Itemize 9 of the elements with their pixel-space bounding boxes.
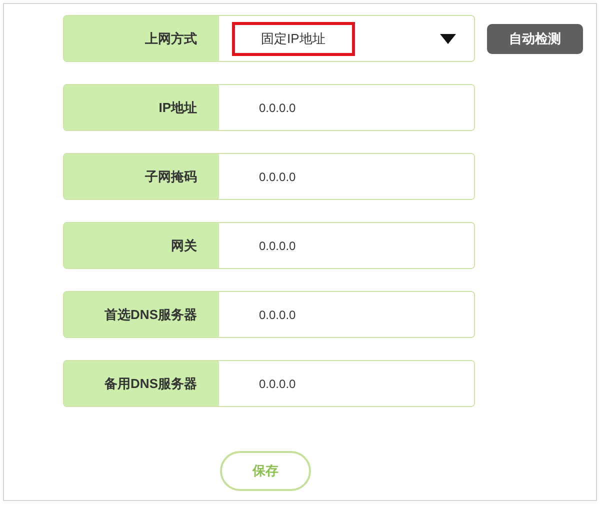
field-label: 首选DNS服务器 bbox=[104, 306, 197, 324]
field-label: IP地址 bbox=[158, 98, 197, 117]
auto-detect-button[interactable]: 自动检测 bbox=[487, 24, 583, 54]
select-value: 固定IP地址 bbox=[232, 22, 355, 56]
dropdown-arrow-icon bbox=[440, 34, 456, 44]
field-label: 子网掩码 bbox=[145, 168, 197, 186]
field-label: 备用DNS服务器 bbox=[104, 374, 197, 393]
field-label: 上网方式 bbox=[145, 30, 197, 48]
field-label: 网关 bbox=[171, 236, 197, 255]
